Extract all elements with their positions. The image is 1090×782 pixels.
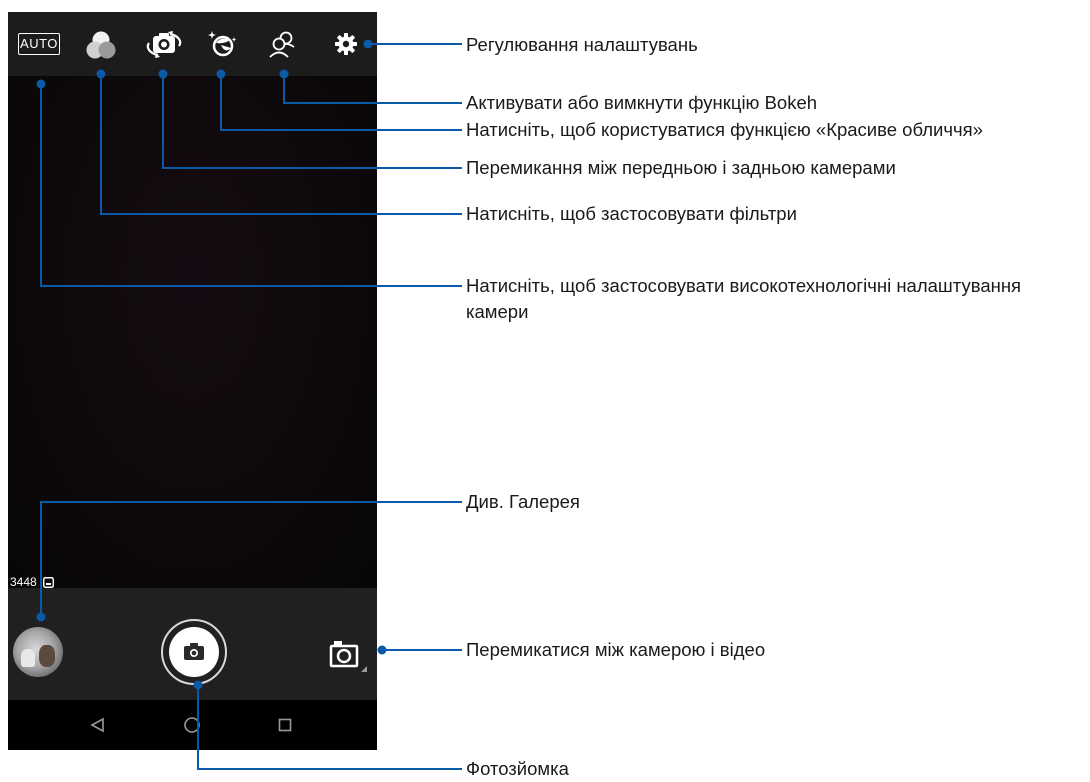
- callout-camera-video: Перемикатися між камерою і відео: [466, 639, 766, 660]
- callout-dot: [363, 39, 373, 49]
- callout-dot: [279, 69, 289, 79]
- callout-dot: [158, 69, 168, 79]
- callout-shoot: Фотозйомка: [466, 758, 569, 779]
- callout-dot: [36, 612, 46, 622]
- callout-dot: [377, 645, 387, 655]
- callout-gallery: Див. Галерея: [466, 491, 580, 512]
- callout-dot: [96, 69, 106, 79]
- callout-bokeh: Активувати або вимкнути функцію Bokeh: [466, 92, 818, 113]
- callout-filters: Натисніть, щоб застосовувати фільтри: [466, 203, 797, 224]
- callout-dot: [36, 79, 46, 89]
- callout-settings: Регулювання налаштувань: [466, 34, 698, 55]
- callout-switch-camera: Перемикання між передньою і задньою каме…: [466, 157, 896, 178]
- callout-advanced-settings: Натисніть, щоб застосовувати високотехно…: [466, 275, 1022, 322]
- callout-dot: [216, 69, 226, 79]
- callout-dot: [193, 680, 203, 690]
- callout-beauty: Натисніть, щоб користуватися функцією «К…: [466, 119, 983, 140]
